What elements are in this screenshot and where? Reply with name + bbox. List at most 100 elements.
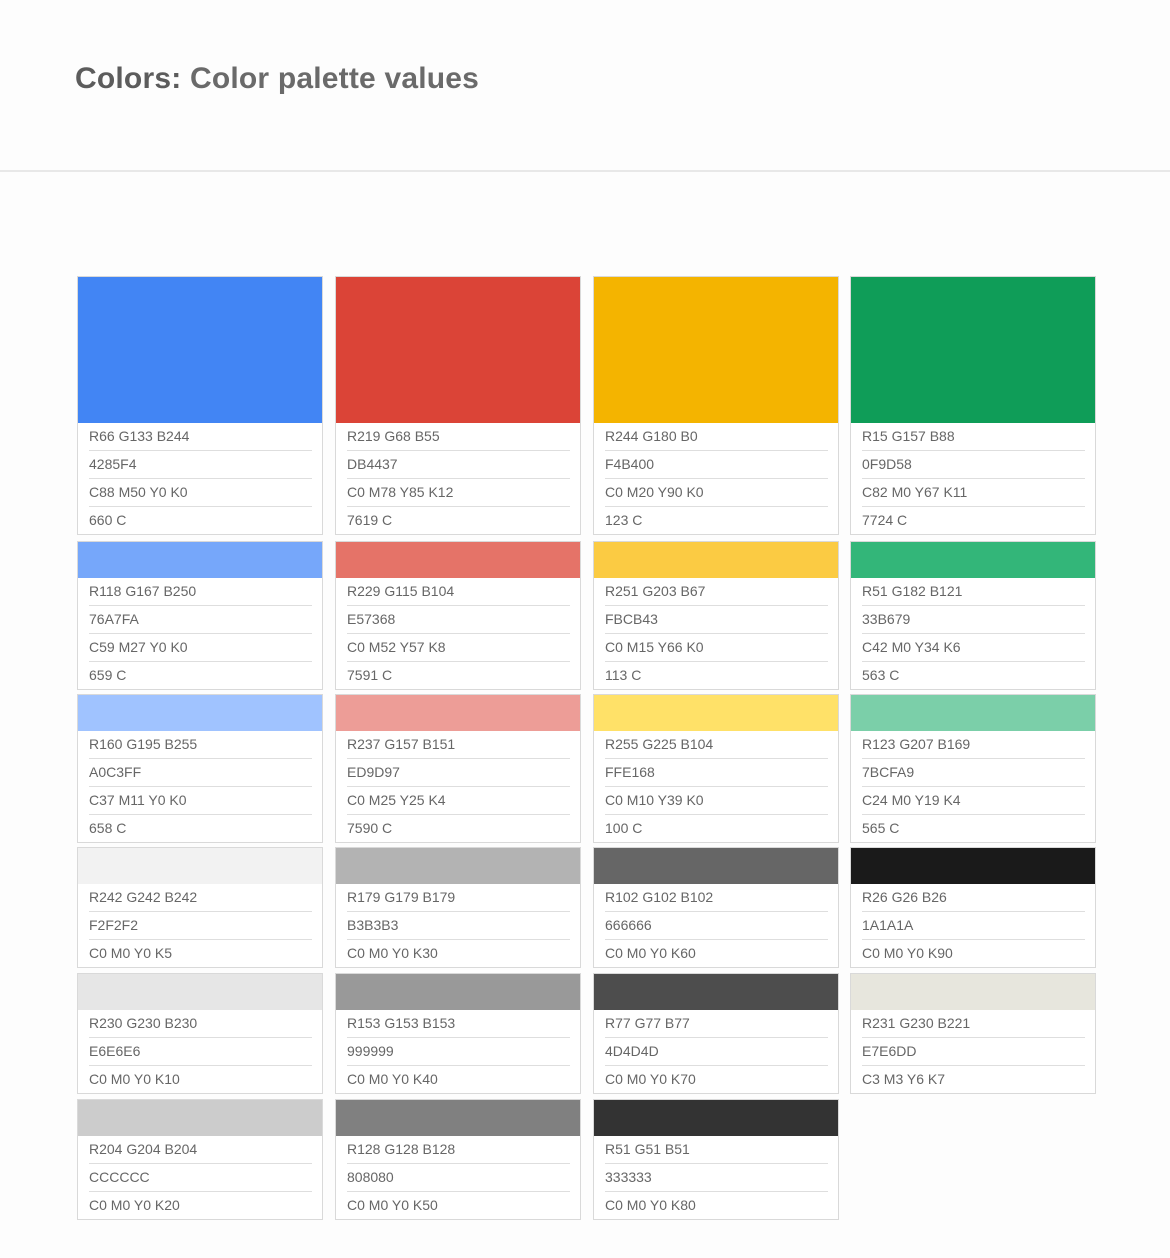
hex-value: 1A1A1A [862,912,1085,940]
pantone-value: 659 C [89,667,127,683]
hex-value: FFE168 [605,759,828,787]
color-swatch [594,542,838,578]
color-swatch [851,974,1095,1010]
rgb-value: R51 G51 B51 [605,1136,828,1164]
color-card: R160 G195 B255 A0C3FF C37 M11 Y0 K0 658 C [77,694,323,843]
hex-value: 808080 [347,1164,570,1192]
color-swatch [336,1100,580,1136]
color-card: R51 G51 B51 333333 C0 M0 Y0 K80 [593,1099,839,1220]
cmyk-value: C59 M27 Y0 K0 [89,634,312,662]
rgb-value: R26 G26 B26 [862,884,1085,912]
color-card: R128 G128 B128 808080 C0 M0 Y0 K50 [335,1099,581,1220]
color-swatch [78,542,322,578]
color-card: R15 G157 B88 0F9D58 C82 M0 Y67 K11 7724 C [850,276,1096,535]
rgb-value: R128 G128 B128 [347,1136,570,1164]
hex-value: 333333 [605,1164,828,1192]
pantone-value: 660 C [89,512,127,528]
cmyk-value: C0 M0 Y0 K10 [89,1071,180,1087]
color-card: R244 G180 B0 F4B400 C0 M20 Y90 K0 123 C [593,276,839,535]
hex-value: 0F9D58 [862,451,1085,479]
color-swatch [594,277,838,423]
rgb-value: R123 G207 B169 [862,731,1085,759]
color-values: R242 G242 B242 F2F2F2 C0 M0 Y0 K5 [78,884,322,967]
hex-value: A0C3FF [89,759,312,787]
color-swatch [851,542,1095,578]
pantone-value: 7590 C [347,820,393,836]
pantone-value: 658 C [89,820,127,836]
rgb-value: R118 G167 B250 [89,578,312,606]
rgb-value: R230 G230 B230 [89,1010,312,1038]
color-values: R230 G230 B230 E6E6E6 C0 M0 Y0 K10 [78,1010,322,1093]
rgb-value: R244 G180 B0 [605,423,828,451]
color-swatch [594,1100,838,1136]
color-values: R51 G182 B121 33B679 C42 M0 Y34 K6 563 C [851,578,1095,689]
cmyk-value: C82 M0 Y67 K11 [862,479,1085,507]
color-values: R66 G133 B244 4285F4 C88 M50 Y0 K0 660 C [78,423,322,534]
cmyk-value: C37 M11 Y0 K0 [89,787,312,815]
color-swatch [851,695,1095,731]
pantone-value: 7619 C [347,512,393,528]
cmyk-value: C0 M0 Y0 K70 [605,1071,696,1087]
pantone-value: 123 C [605,512,643,528]
hex-value: F4B400 [605,451,828,479]
hex-value: E7E6DD [862,1038,1085,1066]
cmyk-value: C0 M25 Y25 K4 [347,787,570,815]
color-values: R77 G77 B77 4D4D4D C0 M0 Y0 K70 [594,1010,838,1093]
hex-value: CCCCCC [89,1164,312,1192]
rgb-value: R237 G157 B151 [347,731,570,759]
hex-value: ED9D97 [347,759,570,787]
color-swatch [851,848,1095,884]
color-card: R219 G68 B55 DB4437 C0 M78 Y85 K12 7619 C [335,276,581,535]
pantone-value: 113 C [605,667,642,683]
color-card: R230 G230 B230 E6E6E6 C0 M0 Y0 K10 [77,973,323,1094]
rgb-value: R231 G230 B221 [862,1010,1085,1038]
color-card: R229 G115 B104 E57368 C0 M52 Y57 K8 7591 C [335,541,581,690]
color-swatch [594,848,838,884]
color-swatch [78,277,322,423]
rgb-value: R160 G195 B255 [89,731,312,759]
color-card: R153 G153 B153 999999 C0 M0 Y0 K40 [335,973,581,1094]
rgb-value: R219 G68 B55 [347,423,570,451]
cmyk-value: C0 M0 Y0 K30 [347,945,438,961]
hex-value: E57368 [347,606,570,634]
pantone-value: 100 C [605,820,643,836]
color-swatch [78,1100,322,1136]
color-values: R237 G157 B151 ED9D97 C0 M25 Y25 K4 7590 C [336,731,580,842]
color-values: R255 G225 B104 FFE168 C0 M10 Y39 K0 100 C [594,731,838,842]
cmyk-value: C0 M0 Y0 K60 [605,945,696,961]
color-values: R229 G115 B104 E57368 C0 M52 Y57 K8 7591 C [336,578,580,689]
color-values: R15 G157 B88 0F9D58 C82 M0 Y67 K11 7724 C [851,423,1095,534]
cmyk-value: C3 M3 Y6 K7 [862,1071,946,1087]
rgb-value: R242 G242 B242 [89,884,312,912]
cmyk-value: C42 M0 Y34 K6 [862,634,1085,662]
cmyk-value: C0 M20 Y90 K0 [605,479,828,507]
color-values: R123 G207 B169 7BCFA9 C24 M0 Y19 K4 565 C [851,731,1095,842]
cmyk-value: C0 M0 Y0 K90 [862,945,953,961]
rgb-value: R77 G77 B77 [605,1010,828,1038]
hex-value: 999999 [347,1038,570,1066]
cmyk-value: C0 M0 Y0 K50 [347,1197,438,1213]
color-swatch [78,695,322,731]
hex-value: 7BCFA9 [862,759,1085,787]
color-values: R153 G153 B153 999999 C0 M0 Y0 K40 [336,1010,580,1093]
color-swatch [78,974,322,1010]
pantone-value: 7591 C [347,667,393,683]
hex-value: 666666 [605,912,828,940]
cmyk-value: C0 M0 Y0 K20 [89,1197,180,1213]
rgb-value: R66 G133 B244 [89,423,312,451]
hex-value: 33B679 [862,606,1085,634]
hex-value: 4D4D4D [605,1038,828,1066]
color-card: R77 G77 B77 4D4D4D C0 M0 Y0 K70 [593,973,839,1094]
hex-value: 4285F4 [89,451,312,479]
rgb-value: R51 G182 B121 [862,578,1085,606]
color-values: R118 G167 B250 76A7FA C59 M27 Y0 K0 659 C [78,578,322,689]
color-values: R251 G203 B67 FBCB43 C0 M15 Y66 K0 113 C [594,578,838,689]
cmyk-value: C0 M0 Y0 K40 [347,1071,438,1087]
color-card: R237 G157 B151 ED9D97 C0 M25 Y25 K4 7590 C [335,694,581,843]
color-values: R128 G128 B128 808080 C0 M0 Y0 K50 [336,1136,580,1219]
color-values: R160 G195 B255 A0C3FF C37 M11 Y0 K0 658 C [78,731,322,842]
color-card: R242 G242 B242 F2F2F2 C0 M0 Y0 K5 [77,847,323,968]
cmyk-value: C0 M52 Y57 K8 [347,634,570,662]
pantone-value: 565 C [862,820,900,836]
color-card: R251 G203 B67 FBCB43 C0 M15 Y66 K0 113 C [593,541,839,690]
